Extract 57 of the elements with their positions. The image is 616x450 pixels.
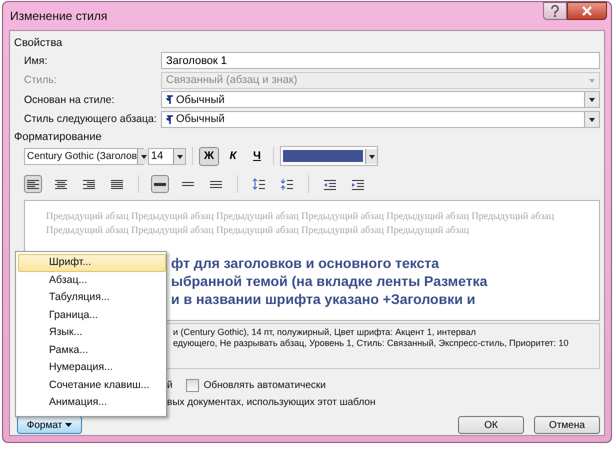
indent-increase-icon xyxy=(351,178,365,190)
paragraph-mark-icon xyxy=(166,114,173,124)
single-line-spacing-button[interactable] xyxy=(151,175,169,193)
group-label: Свойства xyxy=(14,36,64,51)
option-label: Обновлять автоматически xyxy=(204,380,326,390)
italic-button[interactable]: К xyxy=(223,146,243,166)
menu-item[interactable]: Анимация... xyxy=(18,394,166,412)
style-dropdown[interactable]: Обычный xyxy=(161,110,600,128)
menu-item[interactable]: Язык... xyxy=(18,324,166,342)
field-label: Стиль следующего абзаца: xyxy=(24,113,158,126)
group-label: Форматирование xyxy=(14,130,103,145)
menu-item[interactable]: Рамка... xyxy=(18,342,166,359)
align-right-icon xyxy=(82,178,96,190)
option-label: вых документах, использующих этот шаблон xyxy=(167,396,376,408)
field-label: Основан на стиле: xyxy=(24,94,116,106)
format-button[interactable]: Формат xyxy=(17,416,82,434)
cancel-button[interactable]: Отмена xyxy=(534,416,600,434)
caret-icon xyxy=(65,422,72,428)
help-button[interactable] xyxy=(543,2,567,20)
underline-button[interactable]: Ч xyxy=(247,146,267,166)
paragraph-mark-icon xyxy=(166,95,173,104)
heading-preview-text: ыбранной темой (на вкладке ленты Разметка xyxy=(171,272,488,290)
indent-decrease-icon xyxy=(323,178,337,190)
justify-icon xyxy=(110,178,124,190)
menu-item[interactable]: Шрифт... xyxy=(18,254,166,272)
menu-item[interactable]: Абзац... xyxy=(18,272,166,289)
menu-item[interactable]: Сочетание клавиш... xyxy=(18,376,166,394)
field-label: Стиль: xyxy=(24,74,58,86)
help-icon xyxy=(550,5,560,17)
menu-item[interactable]: Табуляция... xyxy=(18,289,166,306)
align-left-icon xyxy=(26,178,40,190)
description-text: едующего, Не разрывать абзац, Уровень 1, Стиль: Связанный, Экспресс-стиль, Приоритет: 10 xyxy=(173,338,569,349)
style-dropdown[interactable]: Обычный xyxy=(161,91,600,108)
space-after-icon xyxy=(280,178,294,190)
menu-item[interactable]: Граница... xyxy=(18,306,166,324)
menu-item[interactable]: Нумерация... xyxy=(18,359,166,376)
size-dropdown[interactable]: 14 xyxy=(148,148,186,164)
align-left-button[interactable] xyxy=(24,175,42,193)
close-button[interactable] xyxy=(567,2,607,20)
heading-preview-text: фт для заголовков и основного текста xyxy=(171,254,440,272)
description-text: и (Century Gothic), 14 пт, полужирный, Цвет шрифта: Акцент 1, интервал xyxy=(173,327,476,338)
align-center-icon xyxy=(54,178,68,190)
heading-preview-text: и в названии шрифта указано +Заголовки и xyxy=(171,290,476,308)
name-field[interactable]: Заголовок 1 xyxy=(161,52,600,70)
window-title: Изменение стиля xyxy=(10,9,108,23)
close-icon xyxy=(582,6,592,16)
ok-button[interactable]: ОК xyxy=(458,416,524,434)
bold-button[interactable]: Ж xyxy=(199,146,219,166)
dropdown-value: Обычный xyxy=(176,94,226,106)
space-before-icon xyxy=(252,178,266,190)
dropdown-value: Обычный xyxy=(176,113,226,126)
previous-paragraph-text: Предыдущий абзац Предыдущий абзац Предыдущий абзац Предыдущий абзац Предыдущий абзац Предыдущий абзац Предыдущий абзац Предыдущий абзац Предыдущий абзац Предыдущий абзац Предыдущий абзац xyxy=(46,210,556,238)
auto-update-checkbox[interactable] xyxy=(186,378,199,392)
option-label: й xyxy=(167,380,173,390)
field-label: Имя: xyxy=(24,54,48,67)
font-color-dropdown[interactable] xyxy=(280,146,378,166)
dropdown-value: Связанный (абзац и знак) xyxy=(166,74,298,86)
